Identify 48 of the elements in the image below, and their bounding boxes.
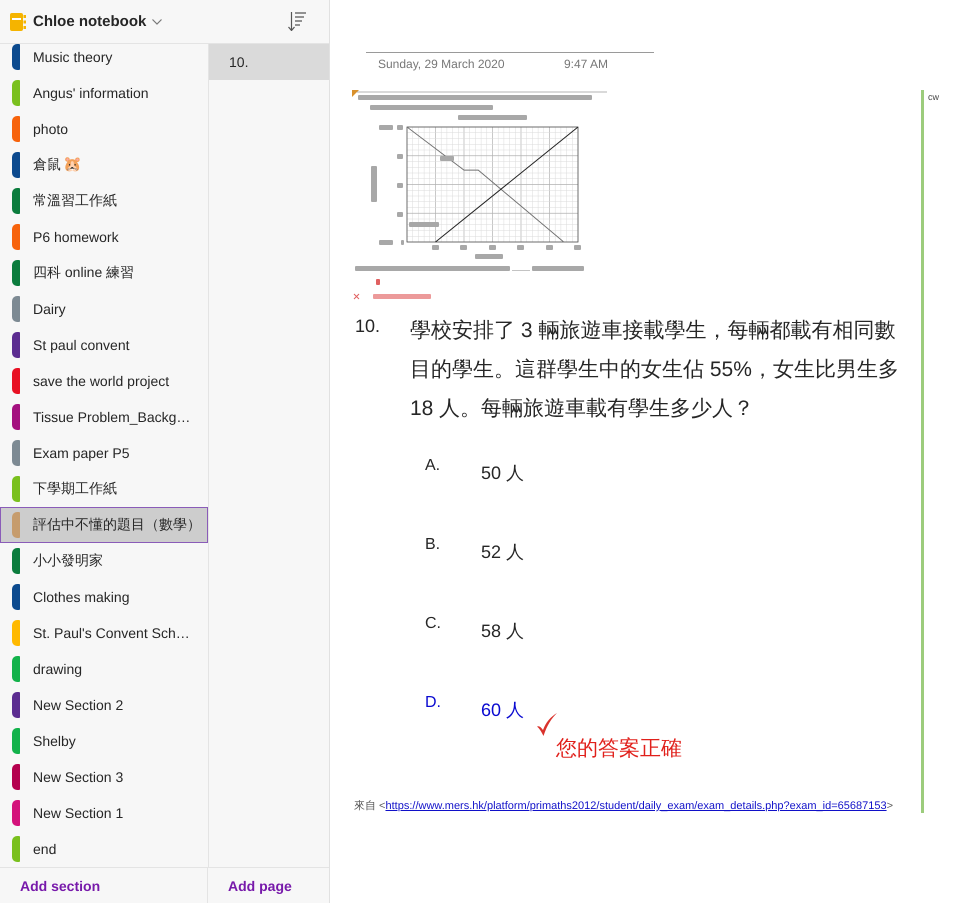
option-answer: 50 人 [481,462,524,485]
option-answer: 52 人 [481,541,524,564]
page-tab[interactable]: 10. [209,44,329,80]
section-tab[interactable]: 下學期工作紙 [0,471,208,507]
note-date: Sunday, 29 March 2020 [378,57,506,71]
section-tab[interactable]: St. Paul's Convent Sch… [0,615,208,651]
hamster-icon: 🐹 [63,157,82,173]
section-tab[interactable]: 評估中不懂的題目（數學） [0,507,208,543]
option-letter: C. [425,614,442,634]
section-tab[interactable]: Music theory [0,44,208,75]
section-tab[interactable]: Shelby [0,723,208,759]
section-tab[interactable]: save the world project [0,363,208,399]
sort-icon[interactable] [288,12,306,31]
section-tab[interactable]: end [0,831,208,867]
option-letter: D. [425,693,442,713]
section-tab[interactable]: 四科 online 練習 [0,255,208,291]
author-initials: cw [928,92,939,104]
chevron-down-icon [152,18,162,24]
note-time: 9:47 AM [564,57,608,71]
option-answer: 58 人 [481,620,524,643]
notebook-switcher[interactable]: Chloe notebook [10,12,162,30]
option-letter: B. [425,535,442,555]
section-tab[interactable]: Dairy [0,291,208,327]
section-tab[interactable]: Exam paper P5 [0,435,208,471]
source-line: 來自 <https://www.mers.hk/platform/primaths2012/student/daily_exam/exam_details.php?exam_id=65687153> [353,799,894,813]
add-page-button[interactable]: Add page [228,878,292,894]
section-tab[interactable]: 小小發明家 [0,543,208,579]
check-icon [537,713,557,736]
section-tab[interactable]: Angus' information [0,75,208,111]
section-tab[interactable]: 倉鼠🐹 [0,147,208,183]
section-tab[interactable]: photo [0,111,208,147]
section-tab[interactable]: P6 homework [0,219,208,255]
section-tab[interactable]: St paul convent [0,327,208,363]
section-tab[interactable]: drawing [0,651,208,687]
question-number: 10. [354,315,382,338]
section-tab[interactable]: Clothes making [0,579,208,615]
feedback-text: 您的答案正確 [556,736,682,762]
question-text: 學校安排了 3 輛旅遊車接載學生，每輛都載有相同數目的學生。這群學生中的女生佔 55%，女生比男生多 18 人。每輛旅遊車載有學生多少人？ [410,318,900,422]
option-answer: 60 人 [481,699,524,722]
notebook-icon [10,12,26,30]
source-link[interactable]: https://www.mers.hk/platform/primaths2012/student/daily_exam/exam_details.php?exam_id=65687153 [385,800,887,812]
add-section-button[interactable]: Add section [20,878,100,894]
option-letter: A. [425,456,442,476]
section-tab[interactable]: Tissue Problem_Backg… [0,399,208,435]
section-tab[interactable]: New Section 3 [0,759,208,795]
section-tab[interactable]: New Section 2 [0,687,208,723]
section-tab[interactable]: New Section 1 [0,795,208,831]
section-tab[interactable]: 常溫習工作紙 [0,183,208,219]
